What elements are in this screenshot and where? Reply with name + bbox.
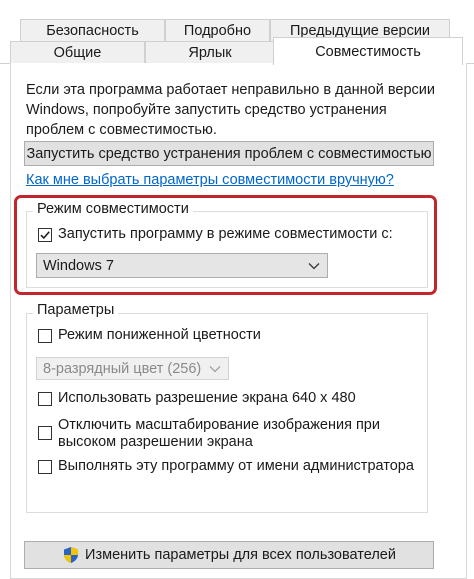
dpi-scaling-label: Отключить масштабирование изображения пр… [58,417,380,450]
tab-shortcut[interactable]: Ярлык [145,41,275,64]
compat-mode-legend: Режим совместимости [33,201,193,217]
tab-compatibility[interactable]: Совместимость [273,37,463,65]
compat-os-select[interactable]: Windows 7 [36,253,328,278]
dpi-scaling-checkbox[interactable] [38,426,52,440]
chevron-down-icon [308,262,320,269]
tab-security[interactable]: Безопасность [20,19,165,43]
chevron-down-icon [209,365,221,372]
intro-text: Если эта программа работает неправильно … [26,82,435,138]
compat-mode-label: Запустить программу в режиме совместимос… [58,226,393,242]
color-depth-select[interactable]: 8-разрядный цвет (256) [36,357,229,380]
checkmark-icon [40,231,50,240]
manual-settings-link[interactable]: Как мне выбрать параметры совместимости … [26,172,394,188]
resolution-640-checkbox[interactable] [38,392,52,406]
reduced-color-checkbox[interactable] [38,329,52,343]
tab-details[interactable]: Подробно [165,19,270,43]
reduced-color-label: Режим пониженной цветности [58,327,261,343]
run-as-admin-label: Выполнять эту программу от имени админис… [58,458,414,474]
run-as-admin-checkbox[interactable] [38,460,52,474]
resolution-640-label: Использовать разрешение экрана 640 x 480 [58,390,356,406]
tab-general[interactable]: Общие [10,41,145,64]
change-all-users-button[interactable]: Изменить параметры для всех пользователе… [24,541,434,569]
settings-legend: Параметры [33,302,119,318]
run-troubleshooter-button[interactable]: Запустить средство устранения проблем с … [24,141,434,166]
compat-mode-checkbox[interactable] [38,228,52,242]
shield-icon [64,547,79,563]
